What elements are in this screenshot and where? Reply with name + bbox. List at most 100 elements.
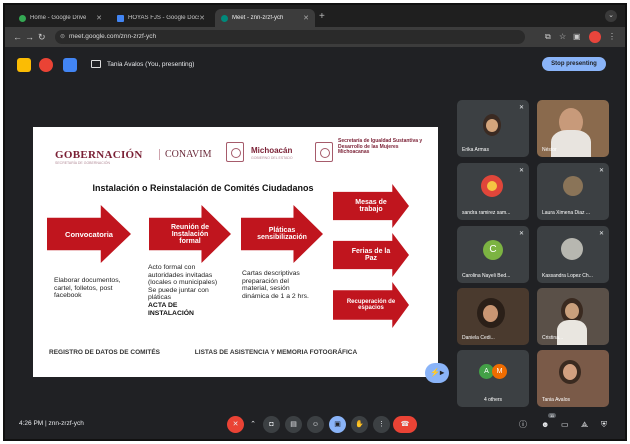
- slide-controls-button[interactable]: ⚡▸: [425, 363, 449, 383]
- new-tab-icon[interactable]: +: [319, 11, 325, 22]
- others-tile[interactable]: A M 4 others: [457, 350, 529, 407]
- mic-options-icon[interactable]: ⌃: [247, 416, 259, 433]
- participant-name: Tania Avalos: [542, 397, 570, 403]
- activities-icon[interactable]: ⟁: [581, 419, 588, 431]
- footer-listas: LISTAS DE ASISTENCIA Y MEMORIA FOTOGRÁFI…: [194, 349, 358, 356]
- meeting-code: znn-zrzf-ych: [48, 420, 84, 427]
- participant-tile[interactable]: Cristina...: [537, 288, 609, 345]
- chat-icon[interactable]: ▭: [561, 419, 569, 431]
- bookmark-star-icon[interactable]: ☆: [559, 31, 566, 43]
- mic-off-icon: ✕: [598, 168, 604, 174]
- more-options-button[interactable]: ⋮: [373, 416, 390, 433]
- activities-icon[interactable]: [63, 58, 77, 72]
- slide-title: Instalación o Reinstalación de Comités C…: [92, 183, 314, 193]
- presented-slide: GOBERNACIÓN SECRETARÍA DE GOBERNACIÓN CO…: [33, 127, 438, 377]
- present-screen-button[interactable]: ▣: [329, 416, 346, 433]
- footer-registro: REGISTRO DE DATOS DE COMITÉS: [49, 349, 160, 356]
- address-bar[interactable]: ⊜ meet.google.com/znn-zrzf-ych: [55, 30, 525, 44]
- participant-tile[interactable]: ✕ Erika Armas: [457, 100, 529, 157]
- mic-off-icon: ✕: [518, 105, 524, 111]
- secretaria-seal-icon: [315, 142, 333, 162]
- tab-google-drive[interactable]: Home - Google Drive ✕: [13, 9, 108, 27]
- emoji-button[interactable]: ☺: [307, 416, 324, 433]
- michoacan-seal-icon: [226, 142, 244, 162]
- captions-button[interactable]: ▤: [285, 416, 302, 433]
- extension-icon[interactable]: ▣: [573, 31, 581, 43]
- participant-initial-avatar: M: [492, 364, 507, 379]
- participant-name: sandra ramirez sam...: [462, 210, 511, 216]
- participant-tile[interactable]: ✕ Kassandra Lopez Ch...: [537, 226, 609, 283]
- cast-icon[interactable]: ⧉: [545, 31, 551, 43]
- participant-face: [563, 364, 577, 380]
- gobernacion-subtitle: SECRETARÍA DE GOBERNACIÓN: [55, 161, 110, 165]
- participant-avatar-image: [563, 176, 583, 196]
- forward-icon[interactable]: →: [25, 31, 34, 43]
- participant-count-badge: 11: [548, 413, 557, 418]
- recording-icon[interactable]: [39, 58, 53, 72]
- arrow-recuperacion: Recuperación de espacios: [333, 282, 409, 328]
- meeting-clock: 4:26 PM | znn-zrzf-ych: [19, 420, 84, 427]
- mic-off-icon: ✕: [518, 168, 524, 174]
- close-icon[interactable]: ✕: [96, 14, 102, 22]
- participant-name: Erika Armas: [462, 147, 489, 153]
- self-view-tile[interactable]: Tania Avalos: [537, 350, 609, 407]
- gobernacion-logo: GOBERNACIÓN: [55, 149, 143, 161]
- meet-icon: [221, 14, 228, 22]
- profile-avatar[interactable]: [589, 31, 601, 43]
- slide-logo-header: GOBERNACIÓN SECRETARÍA DE GOBERNACIÓN CO…: [33, 127, 438, 173]
- meeting-time: 4:26 PM: [19, 420, 44, 427]
- leave-call-button[interactable]: ☎: [393, 416, 417, 433]
- flower-icon: [487, 181, 497, 191]
- participant-face: [483, 305, 498, 322]
- meet-top-bar: Tania Avalos (You, presenting) Stop pres…: [5, 47, 625, 83]
- mic-toggle-button[interactable]: ✕: [227, 416, 244, 433]
- tab-meet[interactable]: Meet - znn-zrzf-ych ✕: [215, 9, 315, 27]
- participant-tile[interactable]: Daniela Cedi...: [457, 288, 529, 345]
- participant-name: Carolina Nayeli Bed...: [462, 273, 511, 279]
- close-icon[interactable]: ✕: [199, 14, 205, 22]
- presenter-label: Tania Avalos (You, presenting): [107, 61, 195, 68]
- participant-name: Néstor: [542, 147, 557, 153]
- arrow-convocatoria: Convocatoria: [47, 205, 131, 263]
- tab-label: HOYAS FJS - Google Docs: [128, 15, 200, 21]
- tab-search-icon[interactable]: ⌄: [605, 10, 617, 22]
- back-icon[interactable]: ←: [13, 31, 22, 43]
- participant-tile[interactable]: ✕ Laura Ximena Diaz ...: [537, 163, 609, 220]
- elaborar-text: Elaborar documentos, cartel, folletos, p…: [54, 277, 121, 300]
- screen-frame: Home - Google Drive ✕ HOYAS FJS - Google…: [3, 3, 627, 441]
- participant-tile[interactable]: C ✕ Carolina Nayeli Bed...: [457, 226, 529, 283]
- acto-formal-text: Acto formal con autoridades invitadas (l…: [148, 264, 224, 317]
- arrow-ferias: Ferias de la Paz: [333, 233, 409, 277]
- tab-google-docs[interactable]: HOYAS FJS - Google Docs ✕: [111, 9, 211, 27]
- info-icon[interactable]: ⓘ: [519, 419, 527, 431]
- people-icon[interactable]: ☻: [541, 419, 549, 431]
- menu-dots-icon[interactable]: ⋮: [608, 31, 616, 43]
- tab-label: Home - Google Drive: [30, 15, 87, 21]
- close-icon[interactable]: ✕: [303, 14, 309, 22]
- participant-shirt: [557, 320, 587, 345]
- participant-face: [486, 119, 498, 132]
- camera-toggle-button[interactable]: ◘: [263, 416, 280, 433]
- reload-icon[interactable]: ↻: [38, 31, 46, 43]
- browser-toolbar: ← → ↻ ⊜ meet.google.com/znn-zrzf-ych ⧉ ☆…: [5, 27, 625, 47]
- meet-bottom-bar: 4:26 PM | znn-zrzf-ych ✕ ⌃ ◘ ▤ ☺ ▣ ✋ ⋮ ☎…: [5, 409, 625, 439]
- acta-instalacion: ACTA DE INSTALACIÓN: [148, 301, 194, 317]
- tab-label: Meet - znn-zrzf-ych: [232, 15, 284, 21]
- participant-tile[interactable]: ✕ sandra ramirez sam...: [457, 163, 529, 220]
- mic-off-icon: ✕: [518, 231, 524, 237]
- acto-description: Acto formal con autoridades invitadas (l…: [148, 264, 218, 302]
- stop-presenting-button[interactable]: Stop presenting: [542, 57, 606, 71]
- presenting-icon: [91, 60, 101, 68]
- arrow-label: Recuperación de espacios: [346, 299, 396, 311]
- host-controls-icon[interactable]: ⛨: [601, 419, 607, 431]
- url-text: meet.google.com/znn-zrzf-ych: [69, 33, 157, 40]
- participant-name: Laura Ximena Diaz ...: [542, 210, 591, 216]
- raise-hand-button[interactable]: ✋: [351, 416, 368, 433]
- notes-icon[interactable]: [17, 58, 31, 72]
- arrow-platicas: Pláticas sensibilización: [241, 205, 323, 263]
- participant-initial-avatar: C: [483, 240, 503, 260]
- participant-tile[interactable]: Néstor: [537, 100, 609, 157]
- participant-face: [565, 303, 579, 319]
- site-info-icon[interactable]: ⊜: [60, 30, 65, 44]
- arrow-label: Ferias de la Paz: [351, 248, 391, 262]
